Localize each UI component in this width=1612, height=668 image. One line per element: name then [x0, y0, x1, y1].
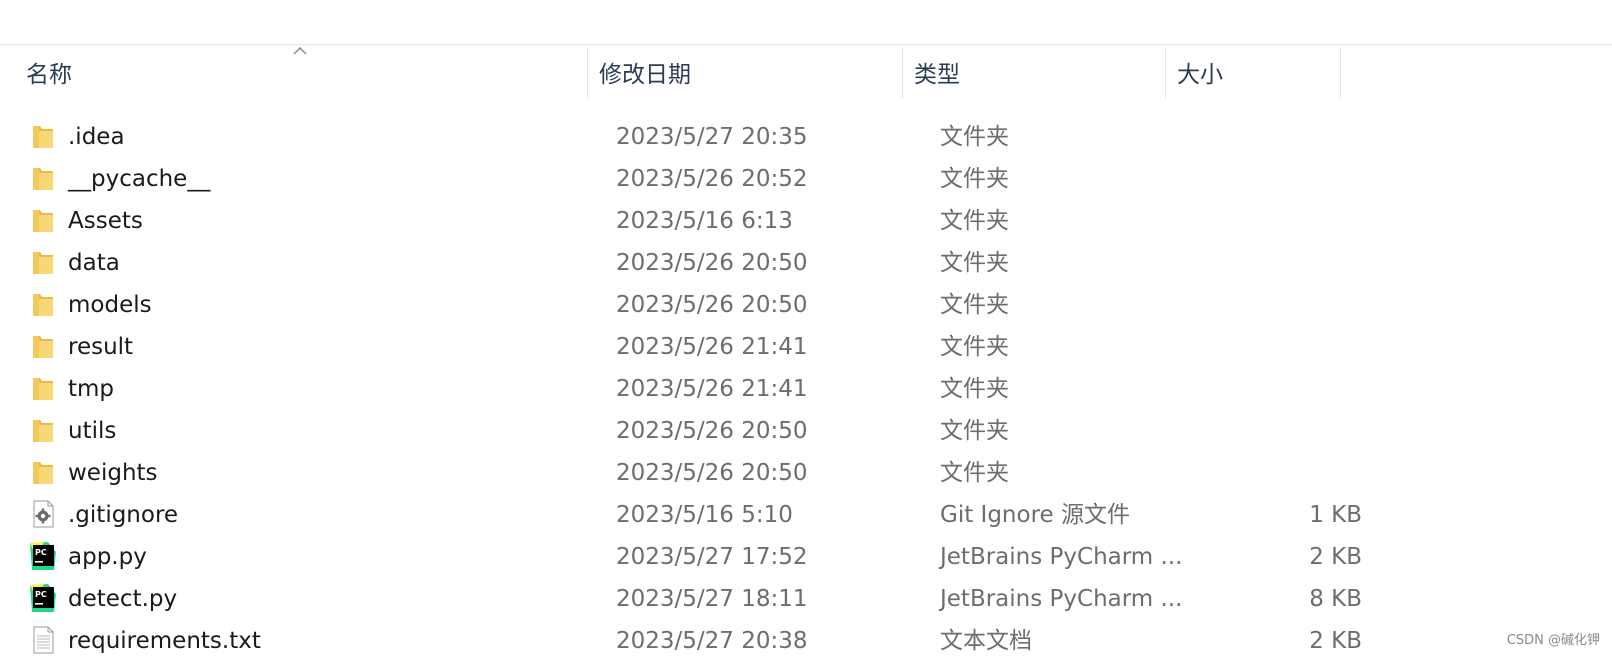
- file-name: result: [68, 334, 134, 360]
- column-header-name-label: 名称: [26, 62, 72, 88]
- column-header-name[interactable]: 名称: [26, 44, 72, 100]
- folder-icon: [28, 330, 58, 362]
- file-modified-date: 2023/5/16 6:13: [616, 208, 793, 234]
- file-row[interactable]: models 2023/5/26 20:50 文件夹: [0, 284, 1612, 326]
- file-modified-date: 2023/5/27 20:35: [616, 124, 808, 150]
- column-header-modified-label: 修改日期: [599, 62, 691, 88]
- file-row[interactable]: result 2023/5/26 21:41 文件夹: [0, 326, 1612, 368]
- file-name: weights: [68, 460, 158, 486]
- gear-file-icon: [28, 498, 58, 530]
- file-size: [1200, 284, 1362, 326]
- file-row[interactable]: data 2023/5/26 20:50 文件夹: [0, 242, 1612, 284]
- column-header-size[interactable]: 大小: [1177, 44, 1223, 100]
- file-type: 文件夹: [940, 166, 1009, 192]
- file-row[interactable]: tmp 2023/5/26 21:41 文件夹: [0, 368, 1612, 410]
- file-row[interactable]: .idea 2023/5/27 20:35 文件夹: [0, 116, 1612, 158]
- file-modified-date: 2023/5/26 20:50: [616, 460, 808, 486]
- file-name: Assets: [68, 208, 143, 234]
- file-size: [1200, 452, 1362, 494]
- pycharm-icon: PC: [28, 540, 58, 572]
- svg-text:PC: PC: [35, 590, 47, 599]
- file-modified-date: 2023/5/27 18:11: [616, 586, 808, 612]
- sort-up-icon: [293, 46, 307, 55]
- svg-text:PC: PC: [35, 548, 47, 557]
- file-size: [1200, 410, 1362, 452]
- file-modified-date: 2023/5/27 20:38: [616, 628, 808, 654]
- column-header-type[interactable]: 类型: [914, 44, 960, 100]
- file-size: 8 KB: [1309, 586, 1362, 612]
- file-size: [1200, 116, 1362, 158]
- file-list: .idea 2023/5/27 20:35 文件夹 __pycache__ 2023/5…: [0, 116, 1612, 662]
- folder-icon: [28, 246, 58, 278]
- text-file-icon: [28, 624, 58, 656]
- file-type: 文件夹: [940, 460, 1009, 486]
- file-modified-date: 2023/5/26 20:50: [616, 418, 808, 444]
- pycharm-icon: PC: [28, 582, 58, 614]
- file-size: 2 KB: [1309, 544, 1362, 570]
- folder-icon: [28, 204, 58, 236]
- file-modified-date: 2023/5/26 20:50: [616, 292, 808, 318]
- file-type: 文件夹: [940, 292, 1009, 318]
- file-modified-date: 2023/5/26 20:52: [616, 166, 808, 192]
- file-name: requirements.txt: [68, 628, 261, 654]
- file-modified-date: 2023/5/27 17:52: [616, 544, 808, 570]
- file-name: .gitignore: [68, 502, 179, 528]
- file-name: models: [68, 292, 152, 318]
- file-row[interactable]: PC app.py 2023/5/27 17:52 JetBrains PyCharm…: [0, 536, 1612, 578]
- file-type: 文件夹: [940, 376, 1009, 402]
- folder-icon: [28, 414, 58, 446]
- watermark: CSDN @碱化钾: [1506, 633, 1600, 648]
- file-modified-date: 2023/5/26 21:41: [616, 376, 808, 402]
- file-size: 2 KB: [1309, 628, 1362, 654]
- folder-icon: [28, 162, 58, 194]
- file-type: Git Ignore 源文件: [940, 502, 1130, 528]
- column-header-modified[interactable]: 修改日期: [599, 44, 691, 100]
- file-row[interactable]: PC detect.py 2023/5/27 18:11 JetBrains PyCh…: [0, 578, 1612, 620]
- folder-icon: [28, 456, 58, 488]
- file-size: [1200, 242, 1362, 284]
- file-row[interactable]: utils 2023/5/26 20:50 文件夹: [0, 410, 1612, 452]
- file-name: __pycache__: [68, 166, 211, 192]
- file-size: 1 KB: [1309, 502, 1362, 528]
- column-header-type-label: 类型: [914, 62, 960, 88]
- file-row[interactable]: Assets 2023/5/16 6:13 文件夹: [0, 200, 1612, 242]
- file-row[interactable]: requirements.txt 2023/5/27 20:38 文本文档 2 KB: [0, 620, 1612, 662]
- file-type: 文件夹: [940, 418, 1009, 444]
- file-name: app.py: [68, 544, 147, 570]
- file-name: data: [68, 250, 120, 276]
- file-name: tmp: [68, 376, 115, 402]
- file-type: 文件夹: [940, 334, 1009, 360]
- file-type: 文件夹: [940, 124, 1009, 150]
- file-size: [1200, 368, 1362, 410]
- file-modified-date: 2023/5/26 20:50: [616, 250, 808, 276]
- file-type: 文件夹: [940, 208, 1009, 234]
- folder-icon: [28, 372, 58, 404]
- toolbar-area: [0, 0, 1612, 45]
- column-header-size-label: 大小: [1177, 62, 1223, 88]
- file-type: 文本文档: [940, 628, 1032, 654]
- file-size: [1200, 200, 1362, 242]
- file-name: detect.py: [68, 586, 178, 612]
- file-size: [1200, 158, 1362, 200]
- file-type: JetBrains PyCharm ...: [940, 586, 1183, 612]
- column-divider[interactable]: [1165, 48, 1166, 98]
- file-row[interactable]: weights 2023/5/26 20:50 文件夹: [0, 452, 1612, 494]
- column-divider[interactable]: [587, 48, 588, 98]
- file-name: utils: [68, 418, 117, 444]
- file-row[interactable]: .gitignore 2023/5/16 5:10 Git Ignore 源文件 1 …: [0, 494, 1612, 536]
- file-modified-date: 2023/5/26 21:41: [616, 334, 808, 360]
- file-row[interactable]: __pycache__ 2023/5/26 20:52 文件夹: [0, 158, 1612, 200]
- file-type: JetBrains PyCharm ...: [940, 544, 1183, 570]
- file-size: [1200, 326, 1362, 368]
- folder-icon: [28, 288, 58, 320]
- column-divider[interactable]: [902, 48, 903, 98]
- column-divider[interactable]: [1340, 48, 1341, 98]
- column-header-row: 名称 修改日期 类型 大小: [0, 44, 1612, 100]
- file-type: 文件夹: [940, 250, 1009, 276]
- folder-icon: [28, 120, 58, 152]
- file-modified-date: 2023/5/16 5:10: [616, 502, 793, 528]
- file-name: .idea: [68, 124, 125, 150]
